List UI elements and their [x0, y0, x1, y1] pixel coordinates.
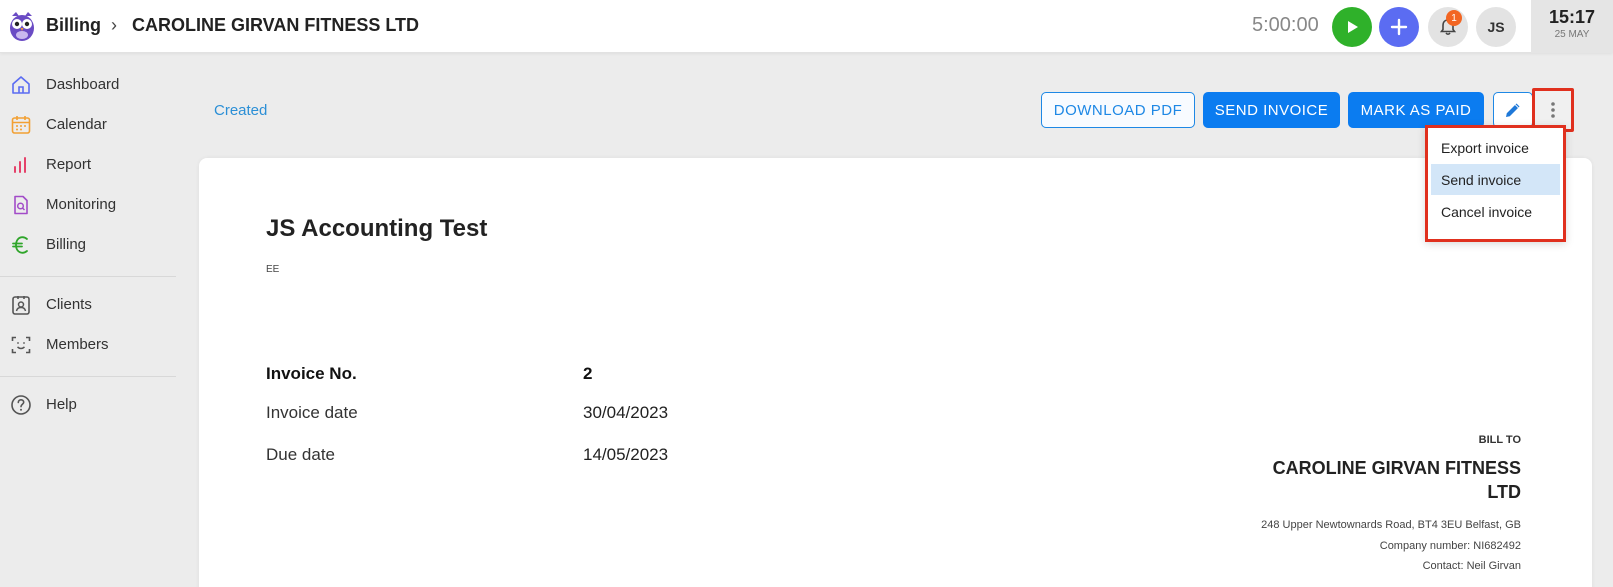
- due-date-value: 14/05/2023: [583, 445, 669, 464]
- menu-item-send-invoice[interactable]: Send invoice: [1431, 164, 1560, 195]
- owl-logo-icon[interactable]: [8, 10, 36, 42]
- sidebar-item-members[interactable]: Members: [0, 327, 180, 363]
- breadcrumb-current: CAROLINE GIRVAN FITNESS LTD: [132, 15, 420, 35]
- sidebar-item-label: Help: [46, 396, 77, 413]
- sidebar-divider: [0, 276, 176, 277]
- plus-icon: [1390, 18, 1408, 36]
- bill-to-contact: Contact: Neil Girvan: [1422, 560, 1521, 572]
- timer-display: 5:00:00: [1252, 14, 1319, 36]
- company-name: JS Accounting Test: [266, 215, 488, 242]
- calendar-icon: [11, 116, 31, 134]
- invoice-date-label: Invoice date: [266, 403, 358, 422]
- pencil-icon: [1506, 103, 1520, 117]
- sidebar-item-label: Billing: [46, 236, 87, 253]
- bill-to-title: BILL TO: [1478, 434, 1521, 446]
- bill-to-company-number: Company number: NI682492: [1379, 540, 1521, 552]
- breadcrumb-separator: ›: [111, 15, 117, 35]
- invoice-actions-menu: Export invoice Send invoice Cancel invoi…: [1425, 125, 1566, 242]
- clients-icon: [12, 296, 30, 315]
- sidebar-item-label: Clients: [46, 296, 92, 313]
- add-button[interactable]: [1379, 7, 1419, 47]
- sidebar-item-label: Members: [46, 336, 109, 353]
- company-subtitle: EE: [266, 264, 280, 275]
- play-icon: [1348, 21, 1358, 33]
- download-pdf-button[interactable]: DOWNLOAD PDF: [1041, 92, 1195, 128]
- due-date-label: Due date: [266, 445, 335, 464]
- sidebar-item-calendar[interactable]: Calendar: [0, 107, 180, 143]
- sidebar-item-clients[interactable]: Clients: [0, 287, 180, 323]
- help-icon: [11, 395, 31, 415]
- sidebar-item-help[interactable]: Help: [0, 387, 180, 423]
- breadcrumb-root[interactable]: Billing: [46, 15, 101, 36]
- home-icon: [12, 76, 30, 94]
- clock-date: 25 MAY: [1554, 29, 1590, 40]
- sidebar-item-label: Dashboard: [46, 76, 120, 93]
- menu-item-cancel-invoice[interactable]: Cancel invoice: [1431, 196, 1560, 227]
- sidebar-item-report[interactable]: Report: [0, 147, 180, 183]
- more-vertical-icon: [1551, 102, 1555, 118]
- sidebar-item-label: Report: [46, 156, 92, 173]
- members-icon: [11, 336, 31, 354]
- sidebar-item-billing[interactable]: Billing: [0, 227, 180, 263]
- sidebar: Dashboard Calendar Report Monitoring Bil…: [0, 53, 180, 587]
- bill-to-address: 248 Upper Newtownards Road, BT4 3EU Belf…: [1261, 519, 1521, 531]
- sidebar-item-label: Monitoring: [46, 196, 117, 213]
- monitoring-icon: [14, 195, 28, 215]
- invoice-status: Created: [214, 102, 268, 119]
- invoice-number-label: Invoice No.: [266, 364, 357, 383]
- mark-as-paid-button[interactable]: MARK AS PAID: [1348, 92, 1484, 128]
- invoice-date-value: 30/04/2023: [583, 403, 669, 422]
- clock-display: 15:17 25 MAY: [1531, 0, 1613, 53]
- edit-button[interactable]: [1493, 92, 1533, 128]
- sidebar-item-monitoring[interactable]: Monitoring: [0, 187, 180, 223]
- euro-icon: [12, 236, 28, 254]
- clock-time: 15:17: [1548, 7, 1596, 27]
- sidebar-item-label: Calendar: [46, 116, 107, 133]
- start-timer-button[interactable]: [1332, 7, 1372, 47]
- bill-to-name: CAROLINE GIRVAN FITNESS LTD: [1272, 458, 1521, 502]
- avatar[interactable]: JS: [1476, 7, 1516, 47]
- invoice-number-value: 2: [583, 364, 593, 383]
- menu-item-export-invoice[interactable]: Export invoice: [1431, 132, 1560, 163]
- sidebar-divider: [0, 376, 176, 377]
- top-bar: Billing › CAROLINE GIRVAN FITNESS LTD 5:…: [0, 0, 1613, 53]
- bar-chart-icon: [14, 157, 26, 173]
- notification-badge: 1: [1446, 10, 1462, 26]
- sidebar-item-dashboard[interactable]: Dashboard: [0, 67, 180, 103]
- send-invoice-button[interactable]: SEND INVOICE: [1203, 92, 1340, 128]
